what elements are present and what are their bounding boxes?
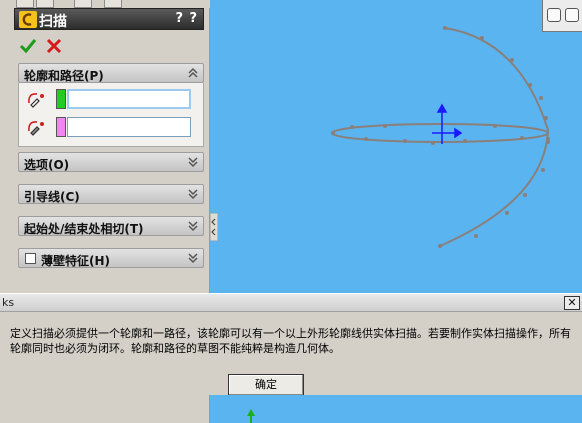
tab-feature-manager[interactable] — [16, 0, 34, 8]
dialog-close-button[interactable]: ✕ — [564, 296, 580, 310]
axis-arrow-icon — [247, 409, 255, 423]
chevron-up-icon[interactable] — [187, 67, 199, 79]
cancel-x-button[interactable] — [45, 37, 63, 55]
detailed-help-button[interactable]: ? — [189, 11, 197, 26]
group-guide-curves-label: 引导线(C) — [24, 190, 80, 204]
chevron-down-icon[interactable] — [187, 188, 199, 200]
panel-title-bar: 扫描 ? ? — [14, 8, 204, 30]
sweep-feature-icon — [19, 11, 37, 28]
dialog-ok-button[interactable]: 确定 — [228, 374, 304, 396]
chevron-down-icon[interactable] — [187, 156, 199, 168]
group-options[interactable]: 选项(O) — [18, 152, 204, 172]
help-button[interactable]: ? — [175, 11, 183, 26]
group-thin-feature-label: 薄壁特征(H) — [41, 254, 111, 268]
profile-selection-icon — [28, 93, 44, 108]
group-profile-path-label: 轮廓和路径(P) — [24, 69, 104, 83]
tab-display-manager[interactable] — [104, 0, 122, 8]
group-start-end-tangency[interactable]: 起始处/结束处相切(T) — [18, 216, 204, 236]
group-options-label: 选项(O) — [24, 158, 70, 172]
profile-color-swatch — [56, 89, 66, 109]
group-thin-feature[interactable]: 薄壁特征(H) — [18, 248, 204, 268]
group-start-end-tangency-label: 起始处/结束处相切(T) — [24, 222, 144, 236]
dialog-title: ks — [2, 296, 15, 309]
graphics-viewport[interactable] — [211, 0, 582, 293]
manager-tabs — [0, 0, 210, 8]
group-profile-path[interactable]: 轮廓和路径(P) — [18, 63, 204, 83]
dialog-title-bar: ks ✕ — [0, 294, 582, 312]
view-orientation-button[interactable] — [547, 8, 561, 22]
ok-checkmark-button[interactable] — [19, 37, 37, 55]
dialog-message: 定义扫描必须提供一个轮廓和一路径，该轮廓可以有一个以上外形轮廓线供实体扫描。若要… — [10, 327, 571, 355]
profile-selection-field[interactable] — [67, 89, 191, 109]
sketch-scene — [331, 26, 550, 248]
profile-path-body — [18, 83, 204, 147]
view-toolbar — [542, 0, 582, 32]
chevron-down-icon[interactable] — [187, 220, 199, 232]
tab-property-manager[interactable] — [36, 0, 54, 8]
tab-configuration-manager[interactable] — [74, 0, 92, 8]
thin-feature-checkbox[interactable] — [25, 253, 36, 264]
error-dialog: ks ✕ 定义扫描必须提供一个轮廓和一路径，该轮廓可以有一个以上外形轮廓线供实体… — [0, 293, 582, 396]
path-color-swatch — [56, 117, 66, 137]
panel-splitter-handle[interactable] — [210, 213, 218, 241]
path-selection-field[interactable] — [67, 117, 191, 137]
viewport-lower-strip — [211, 395, 582, 423]
view-display-button[interactable] — [565, 8, 579, 22]
group-guide-curves[interactable]: 引导线(C) — [18, 184, 204, 204]
panel-title: 扫描 — [39, 14, 67, 30]
chevron-down-icon[interactable] — [187, 252, 199, 264]
path-selection-icon — [28, 121, 44, 136]
